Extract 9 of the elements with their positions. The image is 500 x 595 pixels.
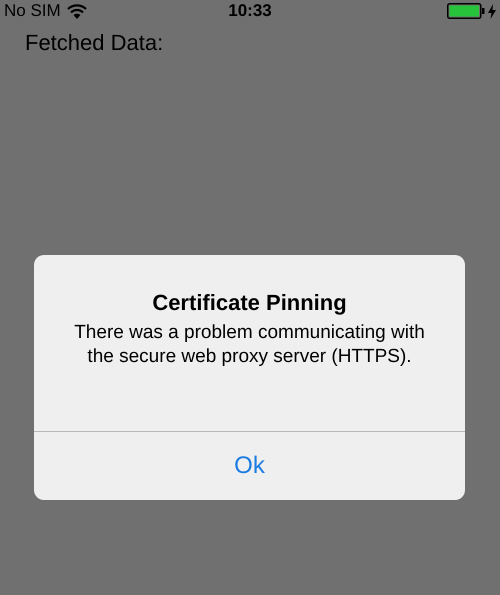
carrier-name: No SIM [4, 0, 61, 22]
alert-title: Certificate Pinning [152, 289, 347, 317]
ok-button[interactable]: Ok [34, 432, 465, 500]
clock-time: 10:33 [228, 0, 272, 22]
wifi-icon [66, 4, 87, 18]
battery-icon [446, 3, 485, 19]
charging-bolt-icon [488, 4, 496, 18]
alert-message: There was a problem communicating with the secure web proxy server (HTTPS). [73, 321, 426, 369]
page-heading: Fetched Data: [25, 30, 164, 55]
